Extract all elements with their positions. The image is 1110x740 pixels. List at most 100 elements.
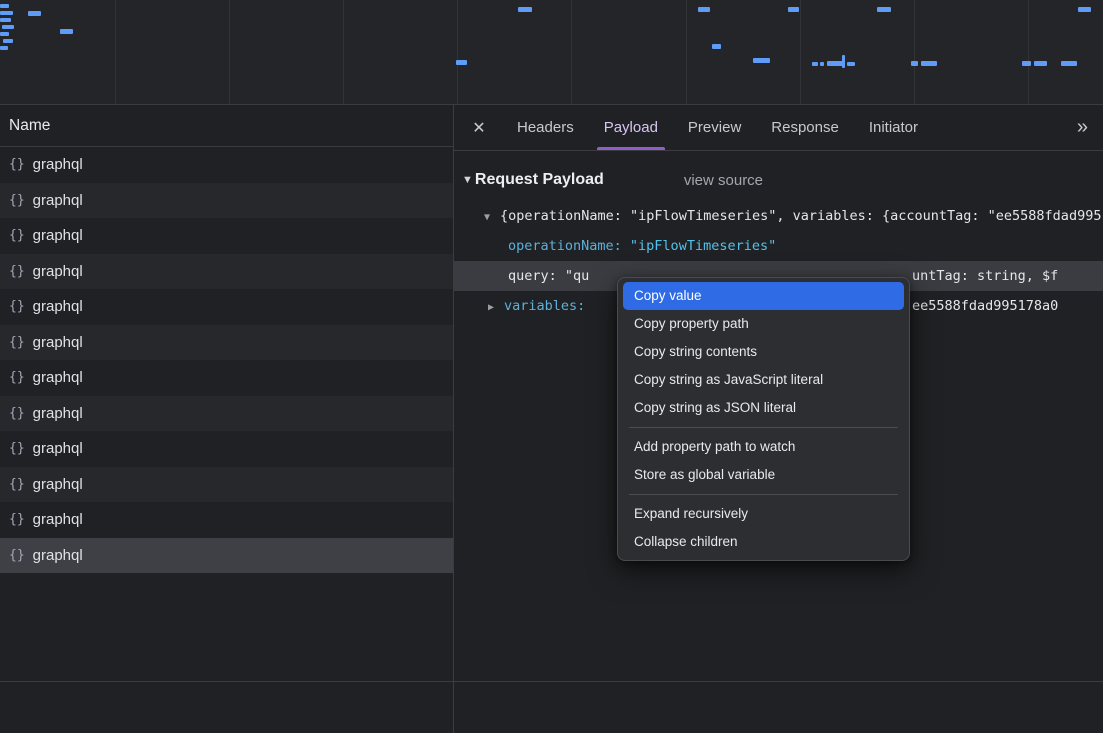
timeline-gridline xyxy=(115,0,116,104)
menu-item-expand-recursively[interactable]: Expand recursively xyxy=(623,500,904,528)
network-activity-bar xyxy=(2,25,14,29)
json-braces-icon: {} xyxy=(9,370,25,385)
network-activity-bar xyxy=(518,7,532,12)
request-row[interactable]: {} graphql xyxy=(0,360,453,396)
json-braces-icon: {} xyxy=(9,157,25,172)
expanded-triangle-icon[interactable]: ▼ xyxy=(484,203,500,231)
request-row[interactable]: {} graphql xyxy=(0,538,453,574)
json-braces-icon: {} xyxy=(9,193,25,208)
tree-text-default: {operationName: "ipFlowTimeseries", vari… xyxy=(500,208,1103,224)
tree-text-key: operationName: xyxy=(508,238,630,254)
menu-item-store-as-global-variable[interactable]: Store as global variable xyxy=(623,461,904,489)
tab-payload[interactable]: Payload xyxy=(589,105,673,150)
timeline-gridline xyxy=(800,0,801,104)
request-name: graphql xyxy=(33,156,83,173)
request-row[interactable]: {} graphql xyxy=(0,396,453,432)
network-activity-bar xyxy=(827,61,843,66)
requests-list: {} graphql {} graphql {} graphql {} graphql {} gr… xyxy=(0,147,453,573)
network-activity-bar xyxy=(1078,7,1091,12)
menu-item-copy-value[interactable]: Copy value xyxy=(623,282,904,310)
menu-item-add-property-path-to-watch[interactable]: Add property path to watch xyxy=(623,433,904,461)
request-row[interactable]: {}graphql xyxy=(0,218,453,254)
request-row[interactable]: {} graphql xyxy=(0,289,453,325)
json-braces-icon: {} xyxy=(9,228,25,243)
tree-text-key: variables: xyxy=(504,298,585,314)
tab-initiator[interactable]: Initiator xyxy=(854,105,933,150)
network-activity-bar xyxy=(1022,61,1031,66)
request-row[interactable]: {} graphql xyxy=(0,183,453,219)
network-activity-bar xyxy=(698,7,710,12)
request-row[interactable]: {} graphql xyxy=(0,254,453,290)
more-tabs-icon[interactable]: » xyxy=(1062,105,1103,150)
request-name: graphql xyxy=(33,405,83,422)
network-activity-bar xyxy=(788,7,799,12)
timeline-gridline xyxy=(1028,0,1029,104)
request-row[interactable]: {}graphql xyxy=(0,502,453,538)
network-activity-bar xyxy=(753,58,770,63)
network-activity-bar xyxy=(0,4,9,8)
request-row[interactable]: {} graphql xyxy=(0,325,453,361)
request-name: graphql xyxy=(33,547,83,564)
payload-tree-row[interactable]: operationName: "ipFlowTimeseries" xyxy=(454,231,1103,261)
menu-item-collapse-children[interactable]: Collapse children xyxy=(623,528,904,556)
section-collapse-triangle-icon[interactable]: ▼ xyxy=(462,174,473,186)
payload-tree-row[interactable]: ▼{operationName: "ipFlowTimeseries", var… xyxy=(454,201,1103,231)
request-name: graphql xyxy=(33,263,83,280)
menu-item-copy-string-as-json-literal[interactable]: Copy string as JSON literal xyxy=(623,394,904,422)
request-name: graphql xyxy=(33,192,83,209)
menu-item-copy-string-as-javascript-literal[interactable]: Copy string as JavaScript literal xyxy=(623,366,904,394)
network-activity-bar xyxy=(842,55,845,68)
network-overview-timeline[interactable] xyxy=(0,0,1103,105)
request-payload-section-header: ▼ Request Payload view source xyxy=(454,151,1103,193)
json-braces-icon: {} xyxy=(9,299,25,314)
timeline-gridline xyxy=(457,0,458,104)
network-activity-bar xyxy=(712,44,721,49)
request-name: graphql xyxy=(33,298,83,315)
tab-response[interactable]: Response xyxy=(756,105,854,150)
timeline-gridline xyxy=(571,0,572,104)
menu-separator xyxy=(629,427,898,428)
network-activity-bar xyxy=(847,62,855,66)
network-activity-bar xyxy=(820,62,824,66)
json-braces-icon: {} xyxy=(9,406,25,421)
tree-text-fragment: ee5588fdad995178a0 xyxy=(912,291,1058,321)
network-activity-bar xyxy=(0,11,13,15)
json-braces-icon: {} xyxy=(9,264,25,279)
menu-item-copy-property-path[interactable]: Copy property path xyxy=(623,310,904,338)
json-braces-icon: {} xyxy=(9,335,25,350)
tab-headers[interactable]: Headers xyxy=(502,105,589,150)
network-activity-bar xyxy=(456,60,467,65)
network-activity-bar xyxy=(911,61,918,66)
footer-divider xyxy=(0,681,1103,682)
close-icon[interactable]: ✕ xyxy=(462,105,496,150)
request-row[interactable]: {} graphql xyxy=(0,431,453,467)
timeline-gridline xyxy=(343,0,344,104)
json-braces-icon: {} xyxy=(9,548,25,563)
tab-preview[interactable]: Preview xyxy=(673,105,756,150)
request-row[interactable]: {} graphql xyxy=(0,147,453,183)
network-activity-bar xyxy=(0,18,11,22)
network-activity-bar xyxy=(812,62,818,66)
requests-panel: Name {}graphql{}graphql{}graphql{}graphq… xyxy=(0,105,454,733)
menu-item-copy-string-contents[interactable]: Copy string contents xyxy=(623,338,904,366)
menu-separator xyxy=(629,494,898,495)
request-name: graphql xyxy=(33,476,83,493)
collapsed-triangle-icon[interactable]: ▶ xyxy=(488,293,504,321)
json-braces-icon: {} xyxy=(9,441,25,456)
tree-text-fragment: untTag: string, $f xyxy=(912,261,1058,291)
request-name: graphql xyxy=(33,440,83,457)
view-source-link[interactable]: view source xyxy=(684,172,763,189)
request-name: graphql xyxy=(33,334,83,351)
network-activity-bar xyxy=(1061,61,1077,66)
request-name: graphql xyxy=(33,369,83,386)
network-activity-bar xyxy=(0,32,9,36)
name-column-header[interactable]: Name xyxy=(0,105,453,147)
devtools-window: Name {}graphql{}graphql{}graphql{}graphq… xyxy=(0,0,1103,733)
tree-text-string: "ipFlowTimeseries" xyxy=(630,238,776,254)
tabs-holder: HeadersPayloadPreviewResponseInitiator xyxy=(502,105,933,150)
context-menu: Copy valueCopy property pathCopy string … xyxy=(617,277,910,561)
network-activity-bar xyxy=(3,39,13,43)
request-row[interactable]: {}graphql xyxy=(0,467,453,503)
network-activity-bar xyxy=(60,29,73,34)
tree-text-default: query: "qu xyxy=(508,268,589,284)
